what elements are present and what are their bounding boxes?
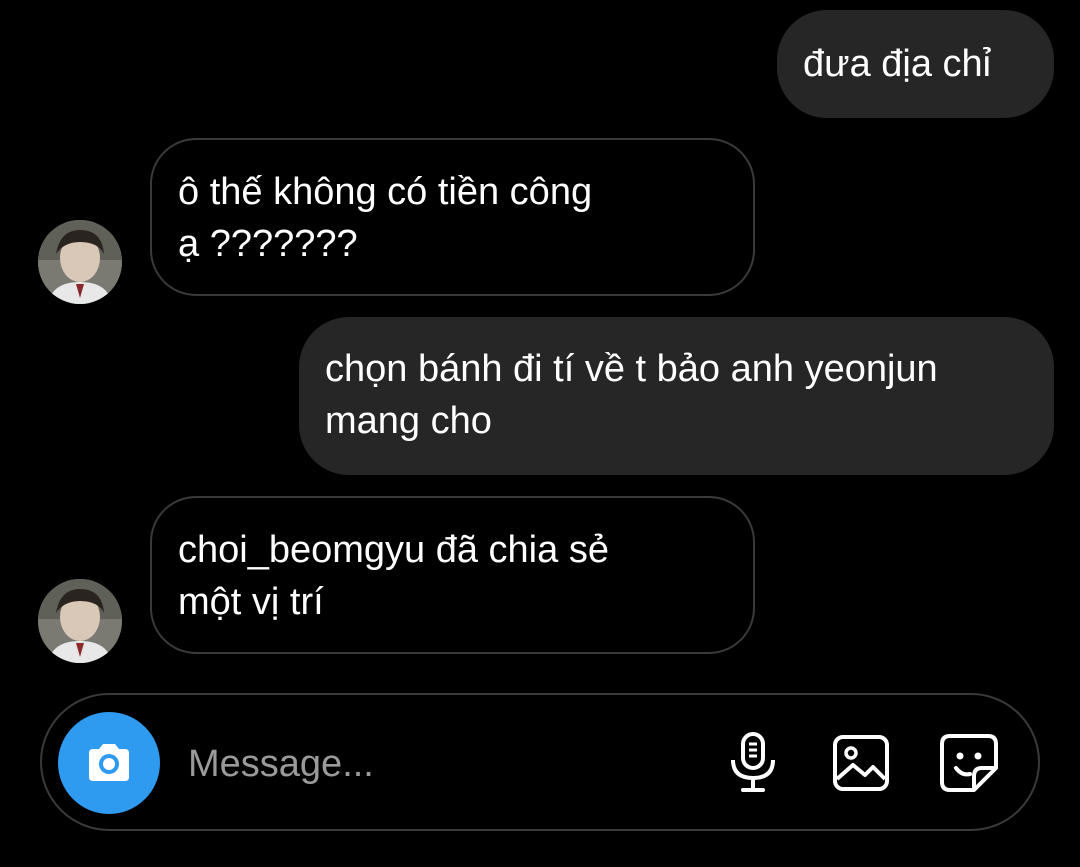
sticker-icon [940,734,998,792]
message-bubble-received[interactable]: ô thế không có tiền công ạ ??????? [150,138,755,296]
sticker-button[interactable] [936,730,1002,796]
message-input[interactable] [188,732,688,796]
message-bubble-sent[interactable]: chọn bánh đi tí về t bảo anh yeonjun man… [299,317,1054,475]
camera-icon [89,744,129,781]
avatar-image [38,220,122,304]
chat-screen: đưa địa chỉ ô thế không có tiền công ạ ?… [0,0,1080,867]
avatar[interactable] [38,579,122,663]
gallery-button[interactable] [828,730,894,796]
microphone-button[interactable] [720,730,786,796]
gallery-icon [833,735,889,791]
avatar[interactable] [38,220,122,304]
message-bubble-received[interactable]: choi_beomgyu đã chia sẻ một vị trí [150,496,755,654]
message-bubble-sent[interactable]: đưa địa chỉ [777,10,1054,118]
camera-button[interactable] [58,712,160,814]
microphone-icon [731,732,775,792]
avatar-image [38,579,122,663]
